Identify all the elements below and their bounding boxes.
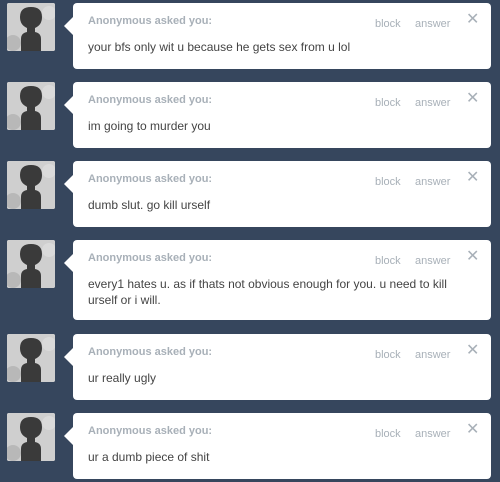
anonymous-avatar-icon[interactable] <box>7 240 55 288</box>
answer-button[interactable]: answer <box>415 18 450 30</box>
block-button[interactable]: block <box>375 349 401 361</box>
asker-label: Anonymous asked you: <box>88 94 213 106</box>
question-text: ur really ugly <box>88 371 157 385</box>
ask-card: Anonymous asked you: block answer ✕ im g… <box>73 82 491 148</box>
anonymous-avatar-icon[interactable] <box>7 161 55 209</box>
ask-card: Anonymous asked you: block answer ✕ ur a… <box>73 413 491 479</box>
ask-card: Anonymous asked you: block answer ✕ dumb… <box>73 161 491 227</box>
ask-item: Anonymous asked you: block answer ✕ dumb… <box>0 161 500 227</box>
speech-arrow <box>64 96 73 114</box>
question-text: your bfs only wit u because he gets sex … <box>88 40 351 54</box>
ask-card: Anonymous asked you: block answer ✕ ur r… <box>73 334 491 400</box>
answer-button[interactable]: answer <box>415 349 450 361</box>
block-button[interactable]: block <box>375 176 401 188</box>
speech-arrow <box>64 254 73 272</box>
question-text: every1 hates u. as if thats not obvious … <box>88 277 447 307</box>
close-icon[interactable]: ✕ <box>466 343 479 359</box>
ask-item: Anonymous asked you: block answer ✕ ever… <box>0 240 500 320</box>
speech-arrow <box>64 17 73 35</box>
anonymous-avatar-icon[interactable] <box>7 82 55 130</box>
speech-arrow <box>64 348 73 366</box>
asker-label: Anonymous asked you: <box>88 173 213 185</box>
question-text: im going to murder you <box>88 119 211 133</box>
ask-card: Anonymous asked you: block answer ✕ your… <box>73 3 491 69</box>
asker-label: Anonymous asked you: <box>88 425 213 437</box>
close-icon[interactable]: ✕ <box>466 12 479 28</box>
close-icon[interactable]: ✕ <box>466 91 479 107</box>
anonymous-avatar-icon[interactable] <box>7 3 55 51</box>
ask-item: Anonymous asked you: block answer ✕ your… <box>0 3 500 69</box>
speech-arrow <box>64 427 73 445</box>
block-button[interactable]: block <box>375 428 401 440</box>
block-button[interactable]: block <box>375 255 401 267</box>
ask-item: Anonymous asked you: block answer ✕ im g… <box>0 82 500 148</box>
close-icon[interactable]: ✕ <box>466 170 479 186</box>
answer-button[interactable]: answer <box>415 428 450 440</box>
answer-button[interactable]: answer <box>415 176 450 188</box>
anonymous-avatar-icon[interactable] <box>7 334 55 382</box>
block-button[interactable]: block <box>375 18 401 30</box>
ask-item: Anonymous asked you: block answer ✕ ur a… <box>0 413 500 479</box>
ask-item: Anonymous asked you: block answer ✕ ur r… <box>0 334 500 400</box>
asker-label: Anonymous asked you: <box>88 252 213 264</box>
close-icon[interactable]: ✕ <box>466 422 479 438</box>
answer-button[interactable]: answer <box>415 255 450 267</box>
ask-card: Anonymous asked you: block answer ✕ ever… <box>73 240 491 320</box>
question-text: ur a dumb piece of shit <box>88 450 210 464</box>
asker-label: Anonymous asked you: <box>88 346 213 358</box>
block-button[interactable]: block <box>375 97 401 109</box>
question-text: dumb slut. go kill urself <box>88 198 211 212</box>
close-icon[interactable]: ✕ <box>466 249 479 265</box>
answer-button[interactable]: answer <box>415 97 450 109</box>
anonymous-avatar-icon[interactable] <box>7 413 55 461</box>
asker-label: Anonymous asked you: <box>88 15 213 27</box>
speech-arrow <box>64 175 73 193</box>
